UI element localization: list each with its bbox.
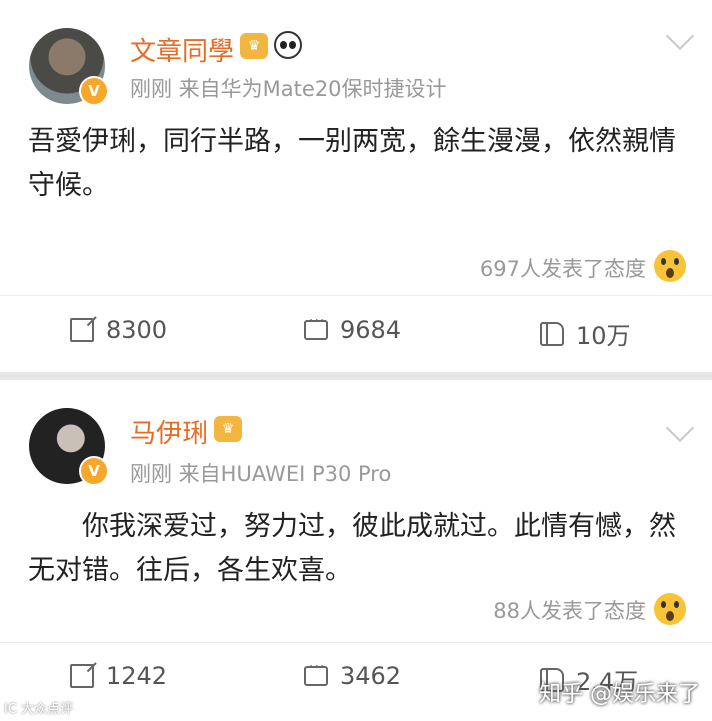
watermark-left: IC 大众点评 bbox=[4, 702, 74, 717]
post-meta: 刚刚 来自华为Mate20保时捷设计 bbox=[130, 77, 447, 101]
like-icon bbox=[540, 321, 564, 346]
post-text: 你我深爱过，努力过，彼此成就过。此情有憾，然无对错。往后，各生欢喜。 bbox=[28, 511, 676, 586]
verified-badge-icon: V bbox=[79, 456, 109, 486]
share-count: 8300 bbox=[106, 316, 168, 344]
attitude-count[interactable]: 697人发表了态度 bbox=[480, 253, 646, 283]
author-name[interactable]: 文章同學 bbox=[130, 31, 234, 68]
share-button[interactable]: 1242 bbox=[70, 662, 167, 690]
author-name[interactable]: 马伊琍 bbox=[130, 413, 208, 450]
wow-emoji-icon[interactable] bbox=[654, 250, 686, 282]
weibo-post-card: V 马伊琍 ♛ 刚刚 来自HUAWEI P30 Pro 你我深爱过，努力过，彼此… bbox=[0, 380, 712, 721]
comment-button[interactable]: 3462 bbox=[304, 659, 402, 690]
share-icon bbox=[70, 318, 94, 342]
verified-badge-icon: V bbox=[79, 76, 109, 106]
comment-icon bbox=[304, 659, 328, 686]
chevron-down-icon[interactable] bbox=[665, 413, 695, 443]
crown-icon: ♛ bbox=[240, 33, 268, 59]
weibo-post-card: V 文章同學 ♛ 刚刚 来自华为Mate20保时捷设计 吾愛伊琍，同行半路，一别… bbox=[0, 0, 712, 372]
post-text: 吾愛伊琍，同行半路，一别两宽，餘生漫漫，依然親情守候。 bbox=[28, 126, 676, 201]
attitude-count[interactable]: 88人发表了态度 bbox=[493, 595, 646, 625]
divider bbox=[0, 642, 712, 643]
like-button[interactable]: 10万 bbox=[540, 316, 631, 351]
like-count: 10万 bbox=[576, 322, 631, 350]
share-icon bbox=[70, 664, 94, 688]
comment-count: 3462 bbox=[340, 662, 402, 690]
comment-count: 9684 bbox=[340, 316, 402, 344]
share-count: 1242 bbox=[106, 662, 168, 690]
panda-icon bbox=[274, 31, 302, 59]
crown-icon: ♛ bbox=[214, 416, 242, 442]
comment-button[interactable]: 9684 bbox=[304, 313, 402, 344]
share-button[interactable]: 8300 bbox=[70, 316, 167, 344]
watermark-right: 知乎 @娱乐来了 bbox=[539, 682, 700, 707]
comment-icon bbox=[304, 313, 328, 340]
post-meta: 刚刚 来自HUAWEI P30 Pro bbox=[130, 462, 392, 486]
wow-emoji-icon[interactable] bbox=[654, 593, 686, 625]
chevron-down-icon[interactable] bbox=[665, 21, 695, 51]
divider bbox=[0, 295, 712, 296]
